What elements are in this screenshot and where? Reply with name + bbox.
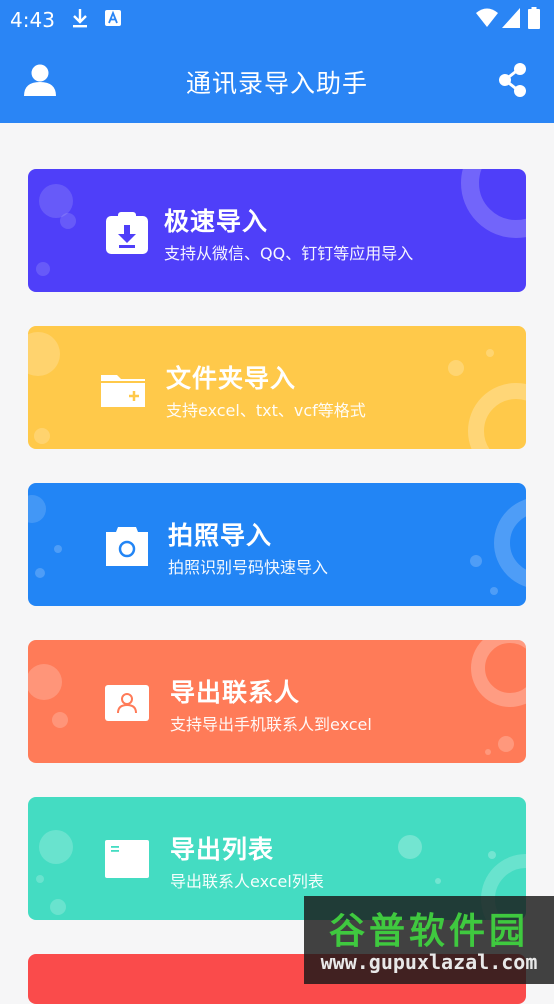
card-subtitle: 支持excel、txt、vcf等格式 <box>166 401 366 420</box>
share-icon[interactable] <box>496 62 530 98</box>
watermark: 谷普软件园 www.gupuxlazal.com <box>304 896 554 984</box>
card-title: 导出联系人 <box>170 678 301 707</box>
download-icon <box>73 9 87 28</box>
a-badge-icon <box>105 10 121 26</box>
card-quick-import[interactable]: 极速导入 支持从微信、QQ、钉钉等应用导入 <box>28 169 526 292</box>
card-decoration <box>28 495 526 595</box>
signal-icon <box>502 8 520 28</box>
status-bar: 4:43 <box>0 0 554 38</box>
status-time: 4:43 <box>10 8 55 32</box>
watermark-brand: 谷普软件园 <box>328 911 529 952</box>
watermark-url: www.gupuxlazal.com <box>320 950 538 974</box>
card-title: 拍照导入 <box>168 521 273 550</box>
camera-icon <box>106 527 148 566</box>
card-subtitle: 导出联系人excel列表 <box>170 872 324 891</box>
card-folder-import[interactable]: 文件夹导入 支持excel、txt、vcf等格式 <box>28 326 526 449</box>
card-decoration <box>36 169 526 276</box>
card-title: 文件夹导入 <box>166 364 297 393</box>
app-bar: 通讯录导入助手 <box>0 38 554 123</box>
contact-card-icon <box>105 685 149 721</box>
card-title: 极速导入 <box>164 207 269 236</box>
wifi-icon <box>476 8 498 27</box>
card-subtitle: 拍照识别号码快速导入 <box>168 558 329 577</box>
card-subtitle: 支持从微信、QQ、钉钉等应用导入 <box>164 244 414 263</box>
battery-icon <box>528 7 540 29</box>
card-subtitle: 支持导出手机联系人到excel <box>170 715 372 734</box>
list-window-icon <box>105 840 149 878</box>
card-photo-import[interactable]: 拍照导入 拍照识别号码快速导入 <box>28 483 526 606</box>
folder-add-icon <box>101 375 145 407</box>
page-title: 通讯录导入助手 <box>185 69 368 98</box>
clipboard-download-icon <box>106 212 148 254</box>
card-title: 导出列表 <box>170 835 275 864</box>
card-export-contacts[interactable]: 导出联系人 支持导出手机联系人到excel <box>28 640 526 763</box>
